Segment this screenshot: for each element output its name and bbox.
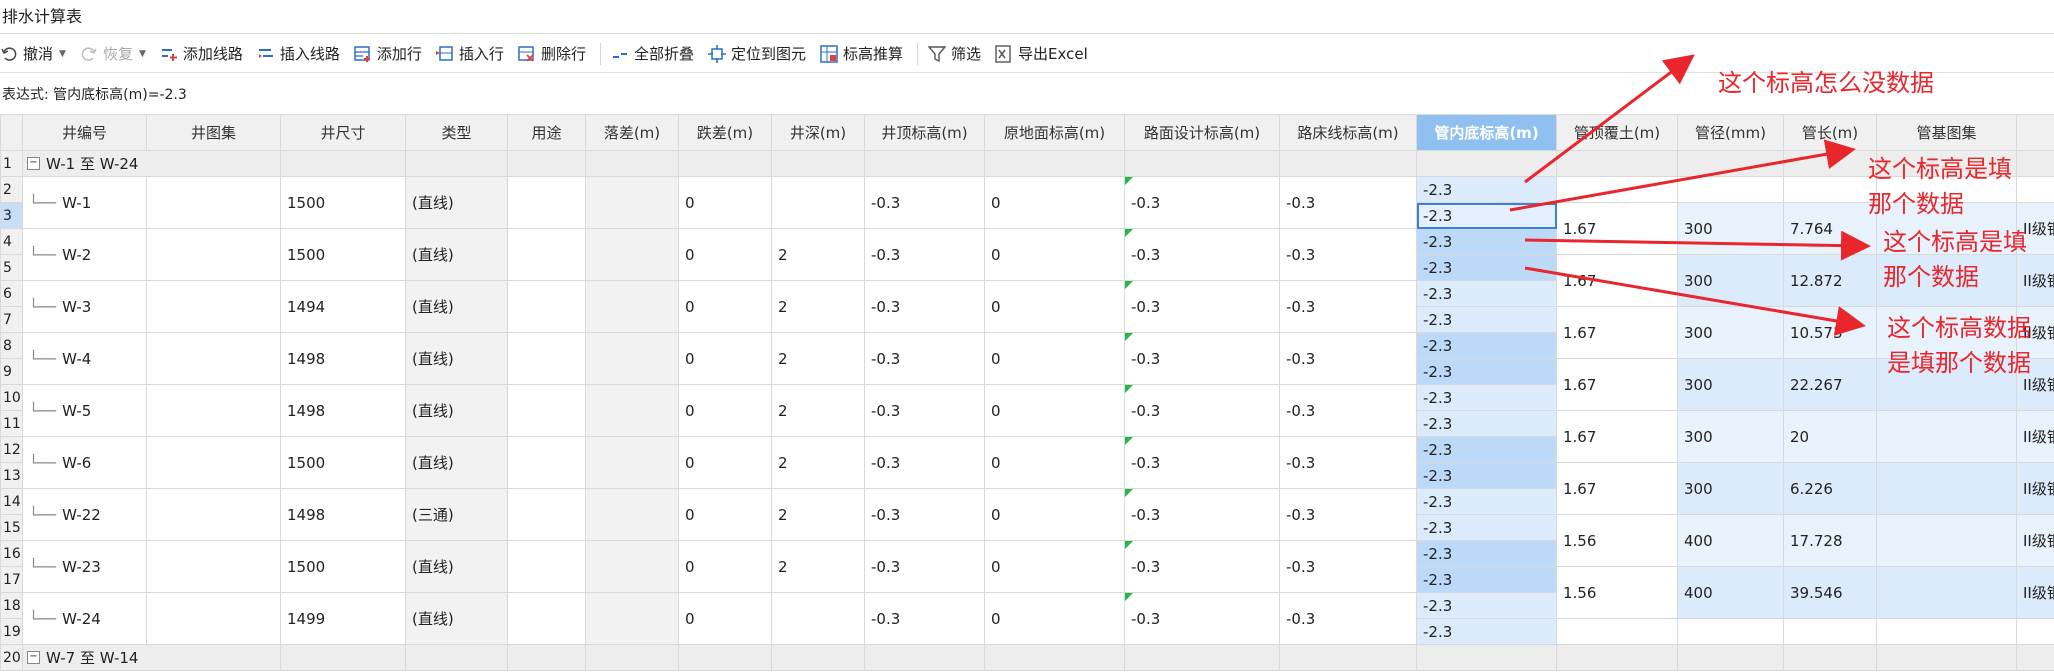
arrow-4 (1524, 266, 1866, 336)
annotation-4: 这个标高数据 是填那个数据 (1887, 314, 2031, 377)
annotation-3: 这个标高是填 那个数据 (1883, 228, 2027, 291)
arrow-1 (1524, 54, 1695, 184)
annotation-2: 这个标高是填 那个数据 (1868, 155, 2012, 218)
arrow-3 (1524, 230, 1871, 261)
arrow-2 (1509, 139, 1856, 212)
annotation-1: 这个标高怎么没数据 (1718, 69, 1934, 97)
